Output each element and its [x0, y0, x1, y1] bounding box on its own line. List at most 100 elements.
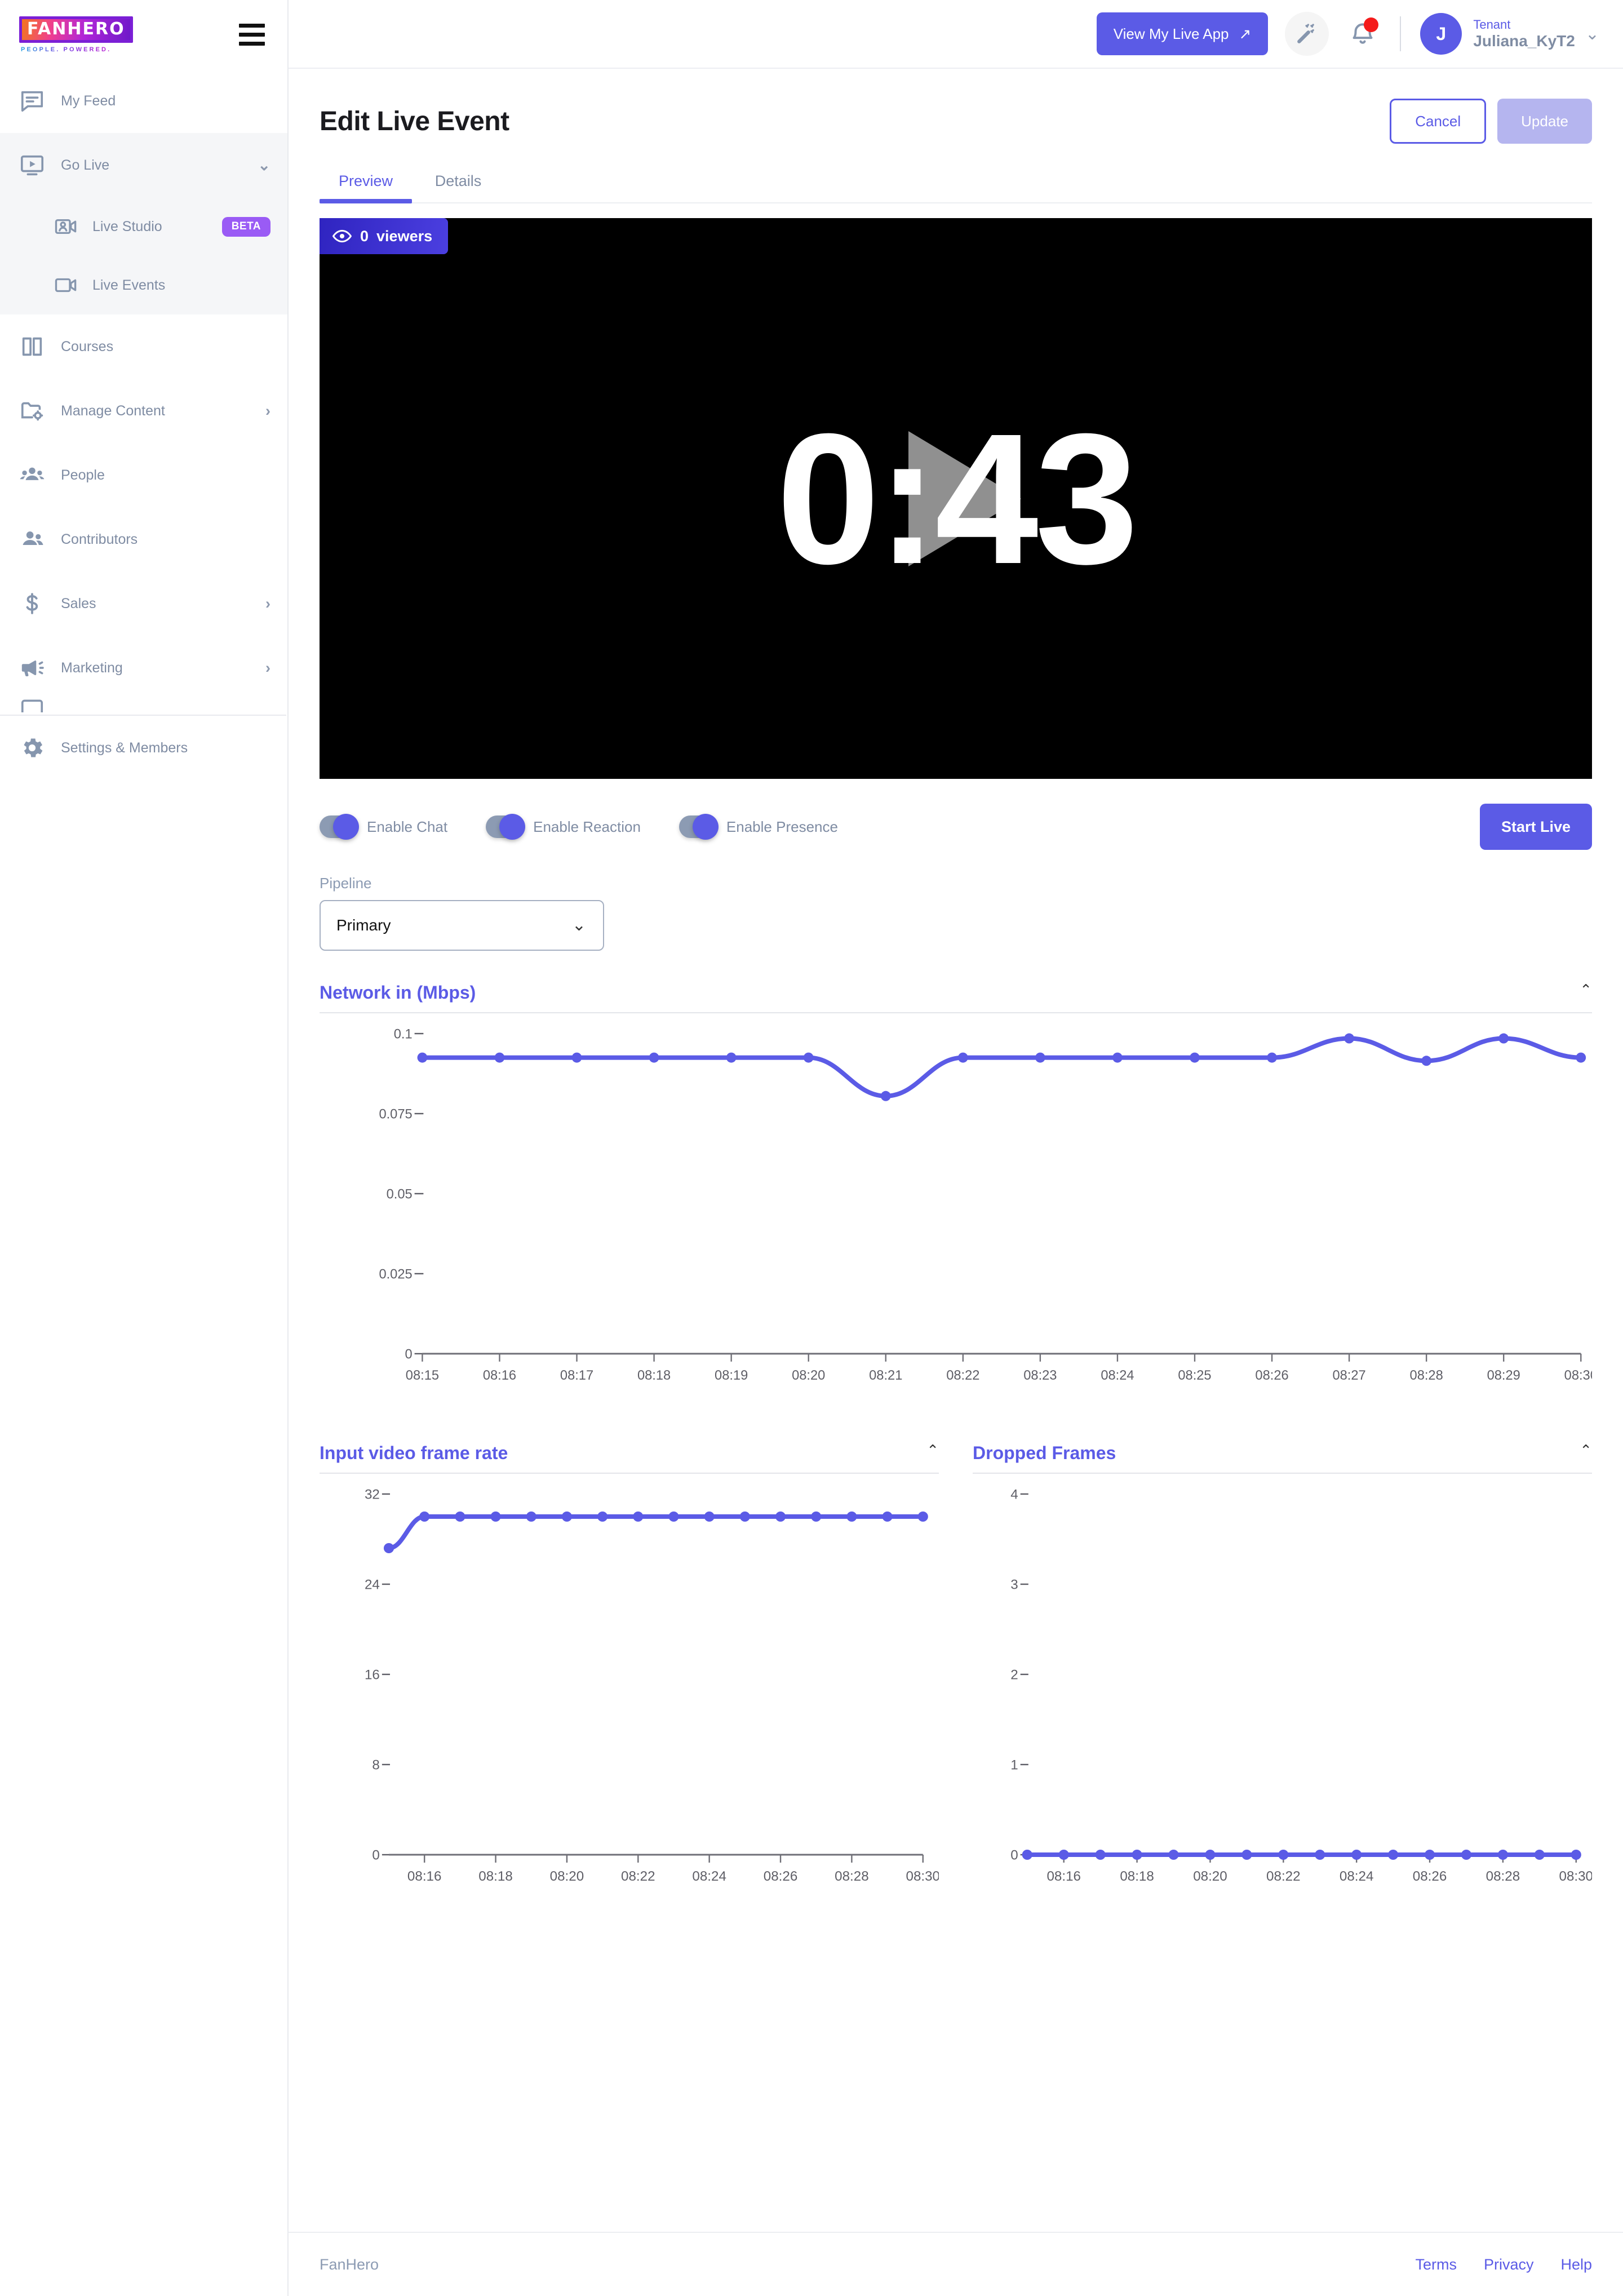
sidebar-item-label: Live Studio	[92, 218, 162, 234]
sidebar-item-live-events[interactable]: Live Events	[0, 256, 287, 314]
sidebar-item-my-feed[interactable]: My Feed	[0, 69, 287, 133]
svg-text:08:22: 08:22	[946, 1368, 979, 1383]
svg-text:08:26: 08:26	[1413, 1869, 1447, 1884]
sidebar-item-go-live[interactable]: Go Live ⌄	[0, 133, 287, 197]
eye-icon	[332, 226, 352, 246]
sidebar-item-manage-content[interactable]: Manage Content ›	[0, 379, 287, 443]
toggle-switch[interactable]	[486, 814, 526, 840]
magic-wand-button[interactable]	[1285, 12, 1329, 56]
chevron-up-icon[interactable]: ⌃	[1580, 1443, 1592, 1457]
sidebar-item-label: Sales	[61, 595, 96, 611]
update-button[interactable]: Update	[1497, 99, 1592, 144]
toggle-switch[interactable]	[320, 814, 359, 840]
sidebar-item-label: People	[61, 467, 105, 483]
courses-icon	[19, 334, 45, 360]
view-my-live-app-button[interactable]: View My Live App ↗	[1096, 12, 1269, 55]
svg-text:0: 0	[372, 1847, 379, 1863]
sidebar-item-label: Live Events	[92, 277, 166, 293]
user-role: Tenant	[1473, 17, 1511, 32]
toggle-enable-presence[interactable]: Enable Presence	[679, 814, 838, 840]
footer-links: Terms Privacy Help	[1415, 2256, 1592, 2273]
sidebar-item-label: Manage Content	[61, 402, 165, 419]
chevron-right-icon: ›	[265, 659, 270, 676]
pipeline-selected-value: Primary	[336, 916, 391, 934]
svg-text:1: 1	[1010, 1757, 1018, 1772]
toggle-group: Enable Chat Enable Reaction Enable Prese…	[320, 814, 838, 840]
svg-text:08:20: 08:20	[792, 1368, 825, 1383]
sidebar-item-live-studio[interactable]: Live Studio BETA	[0, 197, 287, 256]
sidebar-group-go-live: Go Live ⌄ Live Studio BETA Live Events	[0, 133, 287, 314]
svg-text:08:30: 08:30	[1559, 1869, 1592, 1884]
sidebar: FANHERO PEOPLE. POWERED. My Feed Go Live…	[0, 0, 289, 2296]
sidebar-item-marketing[interactable]: Marketing ›	[0, 636, 287, 700]
svg-text:08:15: 08:15	[406, 1368, 439, 1383]
partial-cut-icon	[19, 698, 45, 712]
sidebar-item-courses[interactable]: Courses	[0, 314, 287, 379]
sidebar-item-label: Settings & Members	[61, 739, 188, 756]
main-area: View My Live App ↗ J Tenant Juliana_KyT2…	[289, 0, 1623, 2296]
svg-text:08:29: 08:29	[1487, 1368, 1520, 1383]
viewers-count: 0	[360, 227, 369, 245]
hamburger-menu-icon[interactable]	[239, 23, 265, 46]
svg-text:08:30: 08:30	[906, 1869, 939, 1884]
footer-link-help[interactable]: Help	[1560, 2256, 1592, 2273]
gear-icon	[19, 735, 45, 761]
tab-preview[interactable]: Preview	[320, 165, 412, 203]
toggle-enable-chat[interactable]: Enable Chat	[320, 814, 448, 840]
svg-text:08:18: 08:18	[478, 1869, 513, 1884]
svg-text:0.1: 0.1	[394, 1026, 413, 1041]
toggle-label: Enable Chat	[367, 818, 448, 835]
sidebar-item-label: Courses	[61, 338, 114, 354]
svg-text:08:24: 08:24	[1101, 1368, 1134, 1383]
magic-wand-icon	[1294, 21, 1319, 46]
tabs: Preview Details	[320, 165, 1592, 203]
svg-text:08:27: 08:27	[1332, 1368, 1365, 1383]
svg-text:32: 32	[365, 1487, 380, 1502]
footer-link-terms[interactable]: Terms	[1415, 2256, 1457, 2273]
chevron-up-icon[interactable]: ⌃	[926, 1443, 939, 1457]
page-actions: Cancel Update	[1390, 99, 1592, 144]
chevron-up-icon[interactable]: ⌃	[1580, 982, 1592, 997]
sidebar-item-settings-members[interactable]: Settings & Members	[0, 716, 286, 780]
svg-text:08:16: 08:16	[1046, 1869, 1081, 1884]
user-menu[interactable]: J Tenant Juliana_KyT2 ⌄	[1420, 13, 1599, 55]
people-icon	[19, 462, 45, 488]
svg-text:08:22: 08:22	[621, 1869, 655, 1884]
svg-text:08:16: 08:16	[483, 1368, 516, 1383]
notifications-button[interactable]	[1345, 14, 1381, 54]
logo-box: FANHERO	[19, 16, 133, 43]
charts-row: Input video frame rate ⌃ 0 8 16 24 32 08:16 08…	[320, 1443, 1592, 1913]
viewers-badge: 0 viewers	[320, 218, 449, 254]
pipeline-select[interactable]: Primary ⌄	[320, 900, 604, 951]
svg-text:0.075: 0.075	[379, 1106, 412, 1122]
svg-text:08:28: 08:28	[1486, 1869, 1520, 1884]
app-root: FANHERO PEOPLE. POWERED. My Feed Go Live…	[0, 0, 1623, 2296]
sidebar-item-label: Contributors	[61, 531, 138, 547]
chevron-right-icon: ›	[265, 595, 270, 612]
toggle-enable-reaction[interactable]: Enable Reaction	[486, 814, 641, 840]
stream-controls: Enable Chat Enable Reaction Enable Prese…	[320, 804, 1592, 850]
sidebar-item-contributors[interactable]: Contributors	[0, 507, 287, 571]
video-preview[interactable]: 0 viewers 0:43	[320, 218, 1592, 779]
start-live-button[interactable]: Start Live	[1479, 804, 1592, 850]
brand-logo[interactable]: FANHERO PEOPLE. POWERED.	[19, 16, 133, 53]
svg-text:08:25: 08:25	[1178, 1368, 1211, 1383]
sidebar-item-sales[interactable]: Sales ›	[0, 571, 287, 636]
svg-text:08:26: 08:26	[764, 1869, 798, 1884]
svg-text:0: 0	[1010, 1847, 1018, 1863]
network-chart: 0 0.025 0.05 0.075 0.1 08:15 08:16 08:17 08:18 08…	[379, 1026, 1592, 1383]
top-bar: View My Live App ↗ J Tenant Juliana_KyT2…	[289, 0, 1623, 69]
toggle-label: Enable Presence	[726, 818, 838, 835]
sidebar-item-label: My Feed	[61, 92, 116, 109]
chevron-down-icon: ⌄	[258, 156, 270, 174]
panel-header: Input video frame rate ⌃	[320, 1443, 939, 1474]
view-live-app-label: View My Live App	[1113, 25, 1229, 42]
tab-details[interactable]: Details	[412, 165, 504, 202]
footer-link-privacy[interactable]: Privacy	[1484, 2256, 1534, 2273]
svg-text:3: 3	[1010, 1577, 1018, 1592]
cancel-button[interactable]: Cancel	[1390, 99, 1487, 144]
sidebar-item-people[interactable]: People	[0, 443, 287, 507]
panel-header: Dropped Frames ⌃	[973, 1443, 1592, 1474]
hamburger-bar	[239, 32, 265, 37]
toggle-switch[interactable]	[679, 814, 719, 840]
